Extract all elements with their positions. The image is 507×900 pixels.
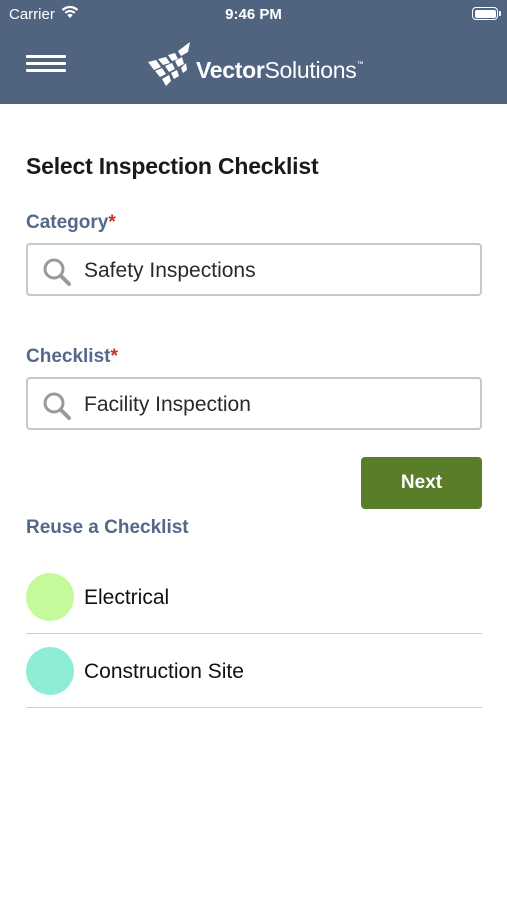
reuse-item-label: Electrical — [84, 586, 170, 609]
page-title: Select Inspection Checklist — [26, 153, 319, 179]
required-asterisk: * — [110, 346, 118, 367]
vector-solutions-logo: VectorSolutions™ — [144, 40, 374, 90]
logo-wordmark: VectorSolutions™ — [196, 57, 363, 84]
reuse-item-electrical[interactable]: Electrical — [26, 560, 482, 634]
reuse-item-label: Construction Site — [84, 660, 244, 683]
checklist-label-text: Checklist — [26, 346, 111, 367]
checklist-field[interactable]: Facility Inspection — [26, 377, 482, 430]
category-label-text: Category — [26, 212, 109, 233]
status-time: 9:46 PM — [225, 6, 282, 23]
checklist-label: Checklist* — [26, 346, 118, 368]
checklist-value: Facility Inspection — [84, 393, 251, 416]
app-header: Carrier 9:46 PM VectorSolutions™ — [0, 0, 507, 104]
status-bar: Carrier 9:46 PM — [0, 0, 507, 30]
checklist-color-dot — [26, 573, 74, 621]
hamburger-menu-icon[interactable] — [26, 55, 66, 75]
search-icon — [42, 257, 72, 292]
category-value: Safety Inspections — [84, 259, 256, 282]
reuse-item-construction-site[interactable]: Construction Site — [26, 634, 482, 708]
logo-word-bold: Vector — [196, 57, 265, 83]
battery-icon — [472, 7, 501, 20]
checklist-color-dot — [26, 647, 74, 695]
category-label: Category* — [26, 212, 116, 234]
reuse-checklist-title: Reuse a Checklist — [26, 517, 189, 538]
search-icon — [42, 391, 72, 426]
logo-mark-icon — [148, 42, 190, 86]
logo-word-light: Solutions — [264, 57, 357, 83]
next-button[interactable]: Next — [361, 457, 482, 509]
logo-trademark: ™ — [356, 61, 364, 68]
category-field[interactable]: Safety Inspections — [26, 243, 482, 296]
required-asterisk: * — [108, 212, 116, 233]
